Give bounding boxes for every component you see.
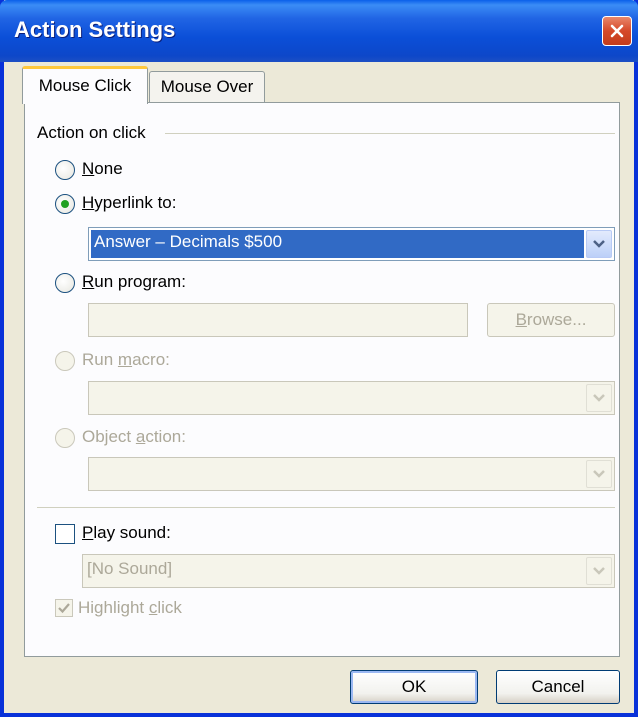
radio-run-macro[interactable] <box>55 351 75 371</box>
checkmark-icon <box>58 603 70 614</box>
ok-button[interactable]: OK <box>350 670 478 704</box>
play-sound-checkbox[interactable] <box>55 524 75 544</box>
chevron-down-icon <box>593 394 605 402</box>
hyperlink-select-value: Answer – Decimals $500 <box>94 232 283 251</box>
action-settings-dialog: Action Settings Mouse Click Mouse Over A… <box>0 0 638 717</box>
sound-dropdown-arrow[interactable] <box>586 557 612 585</box>
hyperlink-dropdown-arrow[interactable] <box>586 230 612 258</box>
sound-select-value: [No Sound] <box>87 559 173 578</box>
highlight-click-checkbox[interactable] <box>55 599 73 617</box>
radio-none-label[interactable]: None <box>82 159 123 179</box>
chevron-down-icon <box>593 567 605 575</box>
browse-button[interactable]: Browse... <box>487 303 615 337</box>
object-action-dropdown-arrow[interactable] <box>586 460 612 488</box>
highlight-click-label[interactable]: Highlight click <box>78 598 182 618</box>
title-bar[interactable]: Action Settings <box>0 0 638 62</box>
dialog-title: Action Settings <box>14 17 176 42</box>
radio-run-program[interactable] <box>55 273 75 293</box>
tab-mouse-over[interactable]: Mouse Over <box>149 71 265 103</box>
tab-label: Mouse Over <box>160 77 254 96</box>
cancel-button[interactable]: Cancel <box>496 670 620 704</box>
radio-none[interactable] <box>55 160 75 180</box>
play-sound-label[interactable]: Play sound: <box>82 523 171 543</box>
group-label-action-on-click: Action on click <box>37 123 146 142</box>
hyperlink-select[interactable]: Answer – Decimals $500 <box>88 227 615 261</box>
radio-object-action-label[interactable]: Object action: <box>82 427 186 447</box>
chevron-down-icon <box>593 470 605 478</box>
chevron-down-icon <box>593 240 605 248</box>
object-action-select[interactable] <box>88 457 615 491</box>
group-divider <box>165 133 615 134</box>
section-divider <box>37 507 615 508</box>
radio-run-macro-label[interactable]: Run macro: <box>82 350 170 370</box>
macro-select[interactable] <box>88 381 615 415</box>
sound-select[interactable]: [No Sound] <box>82 554 615 588</box>
radio-run-program-label[interactable]: Run program: <box>82 272 186 292</box>
macro-dropdown-arrow[interactable] <box>586 384 612 412</box>
close-button[interactable] <box>602 16 632 46</box>
radio-hyperlink[interactable] <box>55 194 75 214</box>
tab-mouse-click[interactable]: Mouse Click <box>22 66 148 104</box>
tab-label: Mouse Click <box>38 76 132 95</box>
run-program-input[interactable] <box>88 303 468 337</box>
radio-hyperlink-label[interactable]: Hyperlink to: <box>82 193 176 213</box>
close-icon <box>610 24 624 38</box>
tab-panel: Action on click None Hyperlink to: Answe… <box>24 102 620 657</box>
radio-object-action[interactable] <box>55 428 75 448</box>
